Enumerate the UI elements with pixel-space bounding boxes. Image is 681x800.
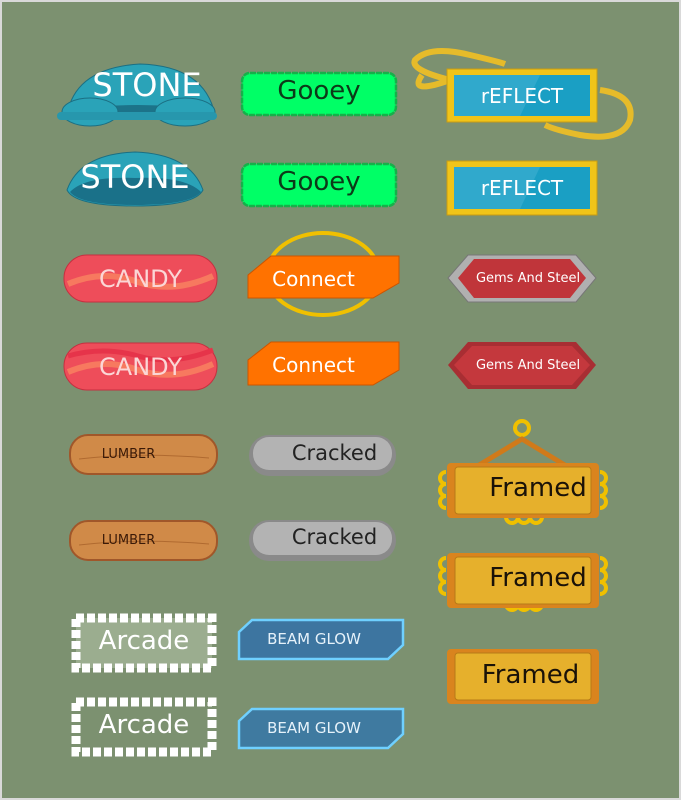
framed-button[interactable]: Framed bbox=[447, 649, 599, 705]
reflect-button-hover[interactable]: rEFLECT bbox=[410, 48, 635, 145]
gems-label: Gems And Steel bbox=[475, 271, 581, 286]
gems-button[interactable]: Gems And Steel bbox=[446, 341, 598, 390]
connect-label: Connect bbox=[272, 353, 355, 377]
gems-button-hover[interactable]: Gems And Steel bbox=[446, 254, 598, 303]
arcade-label: Arcade bbox=[98, 626, 190, 656]
beam-glow-button[interactable]: BEAM GLOW bbox=[237, 707, 405, 750]
cracked-label: Cracked bbox=[291, 525, 378, 549]
candy-label: CANDY bbox=[99, 265, 182, 293]
lumber-button-hover[interactable]: LUMBER bbox=[69, 434, 218, 475]
stone-button[interactable]: STONE bbox=[65, 150, 205, 208]
arcade-button[interactable]: Arcade bbox=[70, 696, 218, 758]
lumber-label: LUMBER bbox=[101, 533, 156, 548]
cracked-button-hover[interactable]: Cracked bbox=[248, 434, 397, 477]
arcade-button-hover[interactable]: Arcade bbox=[70, 612, 218, 674]
arcade-label: Arcade bbox=[98, 710, 190, 740]
cracked-button[interactable]: Cracked bbox=[248, 519, 397, 562]
reflect-label: rEFLECT bbox=[480, 84, 564, 108]
gooey-button[interactable]: Gooey bbox=[240, 162, 398, 208]
framed-button-hover[interactable]: Framed bbox=[436, 417, 610, 529]
reflect-label: rEFLECT bbox=[480, 176, 564, 200]
gooey-button-hover[interactable]: Gooey bbox=[240, 71, 398, 117]
beam-glow-button-hover[interactable]: BEAM GLOW bbox=[237, 618, 405, 661]
connect-button-hover[interactable]: Connect bbox=[246, 230, 401, 320]
connect-button[interactable]: Connect bbox=[246, 341, 401, 386]
connect-label: Connect bbox=[272, 267, 355, 291]
framed-label: Framed bbox=[489, 563, 587, 593]
candy-button-hover[interactable]: CANDY bbox=[63, 254, 218, 303]
beam-glow-label: BEAM GLOW bbox=[267, 719, 361, 737]
stone-button-hover[interactable]: STONE bbox=[55, 60, 219, 127]
reflect-button[interactable]: rEFLECT bbox=[446, 160, 598, 216]
cracked-label: Cracked bbox=[291, 441, 378, 465]
framed-label: Framed bbox=[481, 660, 580, 690]
beam-glow-label: BEAM GLOW bbox=[267, 630, 361, 648]
lumber-button[interactable]: LUMBER bbox=[69, 520, 218, 561]
stone-label: STONE bbox=[80, 158, 190, 196]
gems-label: Gems And Steel bbox=[475, 358, 581, 373]
gooey-label: Gooey bbox=[277, 167, 361, 197]
stone-label: STONE bbox=[92, 66, 202, 104]
candy-label: CANDY bbox=[99, 353, 182, 381]
lumber-label: LUMBER bbox=[101, 447, 156, 462]
button-showcase: STONE STONE Gooey Gooey rEFLECT rEFLECT … bbox=[2, 2, 679, 798]
candy-button[interactable]: CANDY bbox=[63, 342, 218, 391]
framed-button-alt[interactable]: Framed bbox=[436, 552, 610, 612]
framed-label: Framed bbox=[489, 473, 587, 503]
gooey-label: Gooey bbox=[277, 76, 361, 106]
